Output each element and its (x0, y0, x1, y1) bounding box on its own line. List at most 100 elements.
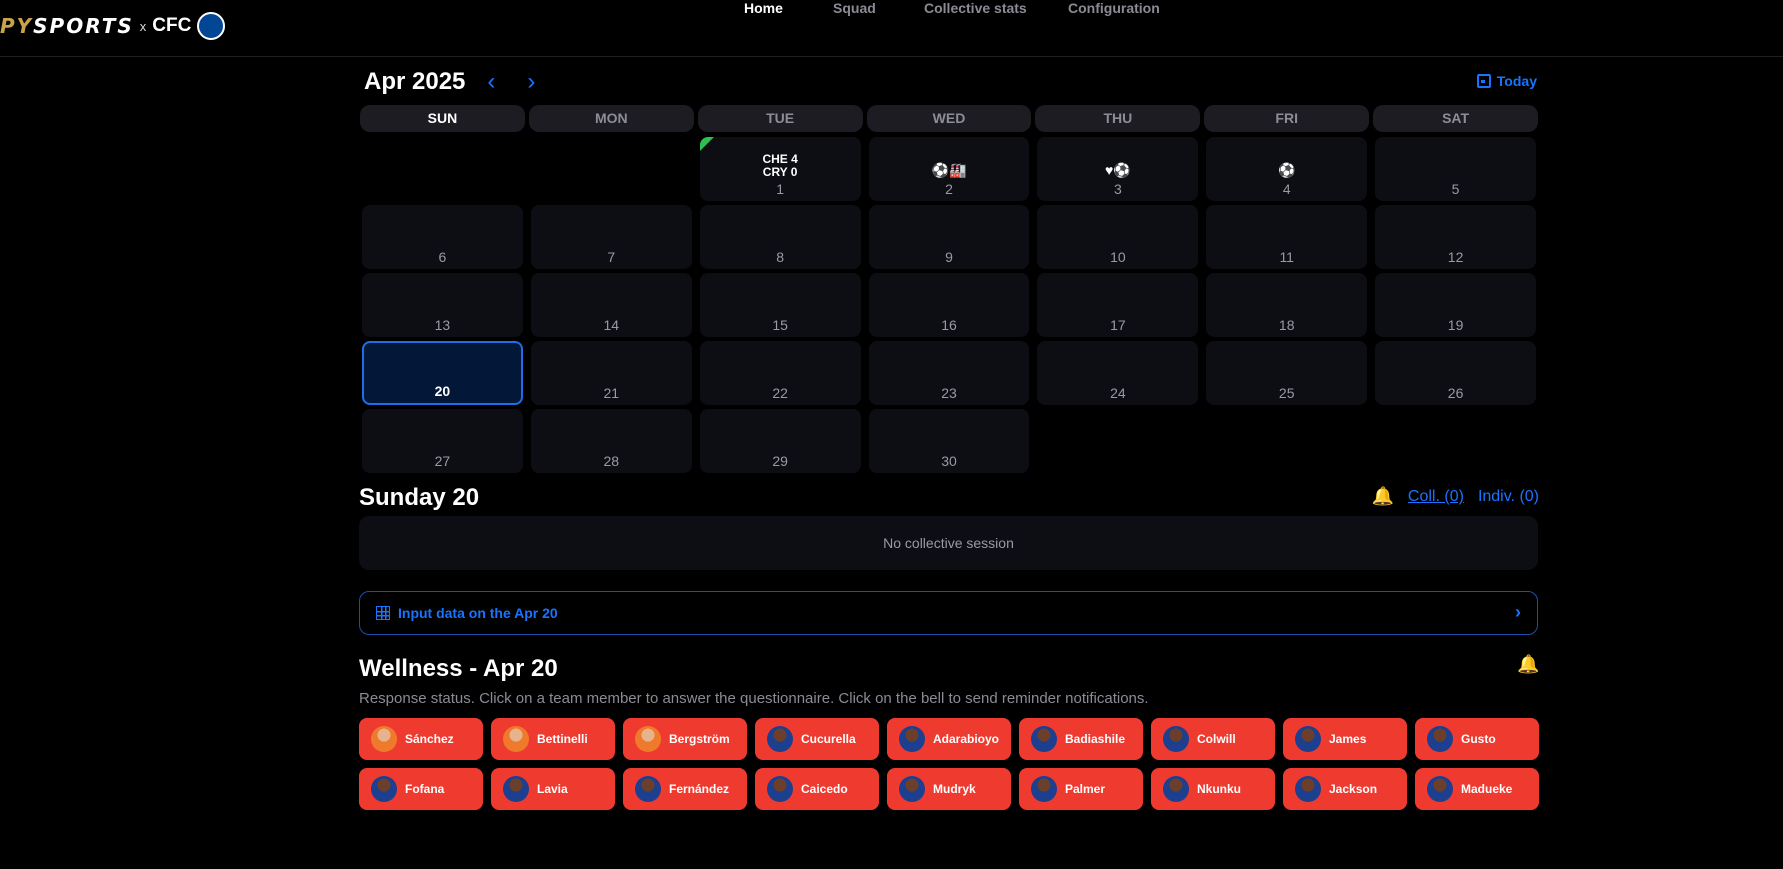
day-number: 29 (772, 453, 788, 469)
calendar-day-9[interactable]: 9 (868, 205, 1030, 269)
avatar (767, 726, 793, 752)
day-number: 12 (1447, 249, 1464, 265)
nav-squad[interactable]: Squad (833, 0, 876, 16)
individual-sessions-link[interactable]: Indiv. (0) (1478, 488, 1539, 506)
calendar-day-13[interactable]: 13 (362, 273, 523, 337)
calendar-day-24[interactable]: 24 (1037, 341, 1199, 405)
calendar-day-15[interactable]: 15 (699, 273, 861, 337)
day-number: 11 (1279, 249, 1294, 265)
calendar-day-21[interactable]: 21 (530, 341, 692, 405)
day-number: 6 (438, 249, 447, 265)
player-chip[interactable]: Fofana (359, 768, 483, 810)
player-chip[interactable]: Adarabioyo (887, 718, 1011, 760)
wellness-player-grid: Sánchez Bettinelli Bergström Cucurella A… (359, 718, 1539, 810)
weekday-sat: SAT (1373, 105, 1538, 132)
day-number: 25 (1278, 385, 1295, 401)
calendar-header: Apr 2025 ‹ › (364, 68, 541, 96)
session-type-icons: ⚽🏭 (931, 162, 967, 178)
calendar-day-6[interactable]: 6 (362, 205, 523, 269)
calendar-weeks: CHE 4 CRY 0 1 ⚽🏭 2 ♥⚽ 3 ⚽ 4 5 6 7 8 9 10 … (360, 137, 1538, 473)
calendar-icon (1476, 74, 1491, 88)
calendar-day-7[interactable]: 7 (530, 205, 692, 269)
calendar-day-19[interactable]: 19 (1375, 273, 1536, 337)
player-chip[interactable]: Gusto (1415, 718, 1539, 760)
calendar-day-20[interactable]: 20 (362, 341, 523, 405)
brand-separator: x (139, 18, 147, 34)
player-chip[interactable]: Nkunku (1151, 768, 1275, 810)
player-chip[interactable]: Sánchez (359, 718, 483, 760)
calendar-day-12[interactable]: 12 (1375, 205, 1536, 269)
nav-configuration[interactable]: Configuration (1068, 0, 1160, 16)
calendar-day-2[interactable]: ⚽🏭 2 (868, 137, 1030, 201)
brand-logo[interactable]: PYSPORTS x CFC (0, 10, 226, 42)
day-number: 13 (434, 317, 451, 333)
calendar-day-23[interactable]: 23 (868, 341, 1030, 405)
calendar-day-4[interactable]: ⚽ 4 (1206, 137, 1368, 201)
player-chip[interactable]: Badiashile (1019, 718, 1143, 760)
avatar (503, 776, 529, 802)
win-flag-icon (699, 137, 714, 151)
next-month-button[interactable]: › (521, 70, 541, 94)
day-number: 20 (434, 383, 451, 399)
player-chip[interactable]: Bettinelli (491, 718, 615, 760)
input-data-button[interactable]: Input data on the Apr 20 › (359, 591, 1538, 635)
calendar-day-30[interactable]: 30 (868, 409, 1030, 473)
player-chip[interactable]: Jackson (1283, 768, 1407, 810)
day-number: 1 (776, 181, 785, 197)
avatar (1031, 726, 1057, 752)
calendar-day-3[interactable]: ♥⚽ 3 (1037, 137, 1199, 201)
day-number: 10 (1110, 249, 1126, 265)
calendar-day-18[interactable]: 18 (1206, 273, 1368, 337)
day-number: 30 (941, 453, 957, 469)
calendar-day-11[interactable]: 11 (1206, 205, 1368, 269)
calendar-day-27[interactable]: 27 (362, 409, 523, 473)
player-chip[interactable]: Caicedo (755, 768, 879, 810)
today-button[interactable]: Today (1476, 73, 1537, 89)
calendar-day-16[interactable]: 16 (868, 273, 1030, 337)
player-chip[interactable]: Lavia (491, 768, 615, 810)
player-chip[interactable]: Mudryk (887, 768, 1011, 810)
today-label: Today (1496, 73, 1537, 89)
prev-month-button[interactable]: ‹ (481, 70, 501, 94)
calendar-day-5[interactable]: 5 (1375, 137, 1536, 201)
wellness-description: Response status. Click on a team member … (359, 690, 1149, 707)
day-number: 2 (945, 181, 953, 197)
player-chip[interactable]: Colwill (1151, 718, 1275, 760)
no-session-text: No collective session (883, 535, 1014, 551)
avatar (899, 726, 925, 752)
chevron-right-icon: › (527, 68, 536, 95)
day-number: 27 (434, 453, 451, 469)
day-number: 18 (1278, 317, 1295, 333)
input-data-label: Input data on the Apr 20 (398, 605, 558, 621)
calendar-day-22[interactable]: 22 (699, 341, 861, 405)
bell-add-icon[interactable]: 🔔 (1372, 486, 1394, 508)
collective-session-panel: No collective session (359, 516, 1538, 570)
calendar-grid: SUN MON TUE WED THU FRI SAT CHE 4 CRY 0 1… (360, 105, 1538, 473)
day-number: 14 (603, 317, 620, 333)
day-number: 22 (772, 385, 788, 401)
player-chip[interactable]: Bergström (623, 718, 747, 760)
player-chip[interactable]: James (1283, 718, 1407, 760)
nav-home[interactable]: Home (744, 0, 783, 16)
calendar-day-1[interactable]: CHE 4 CRY 0 1 (699, 137, 861, 201)
player-chip[interactable]: Palmer (1019, 768, 1143, 810)
calendar-day-10[interactable]: 10 (1037, 205, 1199, 269)
calendar-day-29[interactable]: 29 (699, 409, 861, 473)
calendar-empty-cell (362, 137, 523, 201)
collective-sessions-link[interactable]: Coll. (0) (1408, 488, 1464, 506)
player-chip[interactable]: Cucurella (755, 718, 879, 760)
calendar-day-26[interactable]: 26 (1375, 341, 1536, 405)
avatar (503, 726, 529, 752)
day-number: 23 (941, 385, 957, 401)
player-chip[interactable]: Madueke (1415, 768, 1539, 810)
calendar-day-14[interactable]: 14 (530, 273, 692, 337)
calendar-day-25[interactable]: 25 (1206, 341, 1368, 405)
calendar-day-28[interactable]: 28 (530, 409, 692, 473)
player-chip[interactable]: Fernández (623, 768, 747, 810)
weekday-wed: WED (866, 105, 1032, 132)
calendar-day-17[interactable]: 17 (1037, 273, 1199, 337)
bell-add-icon[interactable]: 🔔 (1517, 654, 1539, 676)
nav-collective-stats[interactable]: Collective stats (924, 0, 1027, 16)
day-number: 17 (1110, 317, 1126, 333)
calendar-day-8[interactable]: 8 (699, 205, 861, 269)
